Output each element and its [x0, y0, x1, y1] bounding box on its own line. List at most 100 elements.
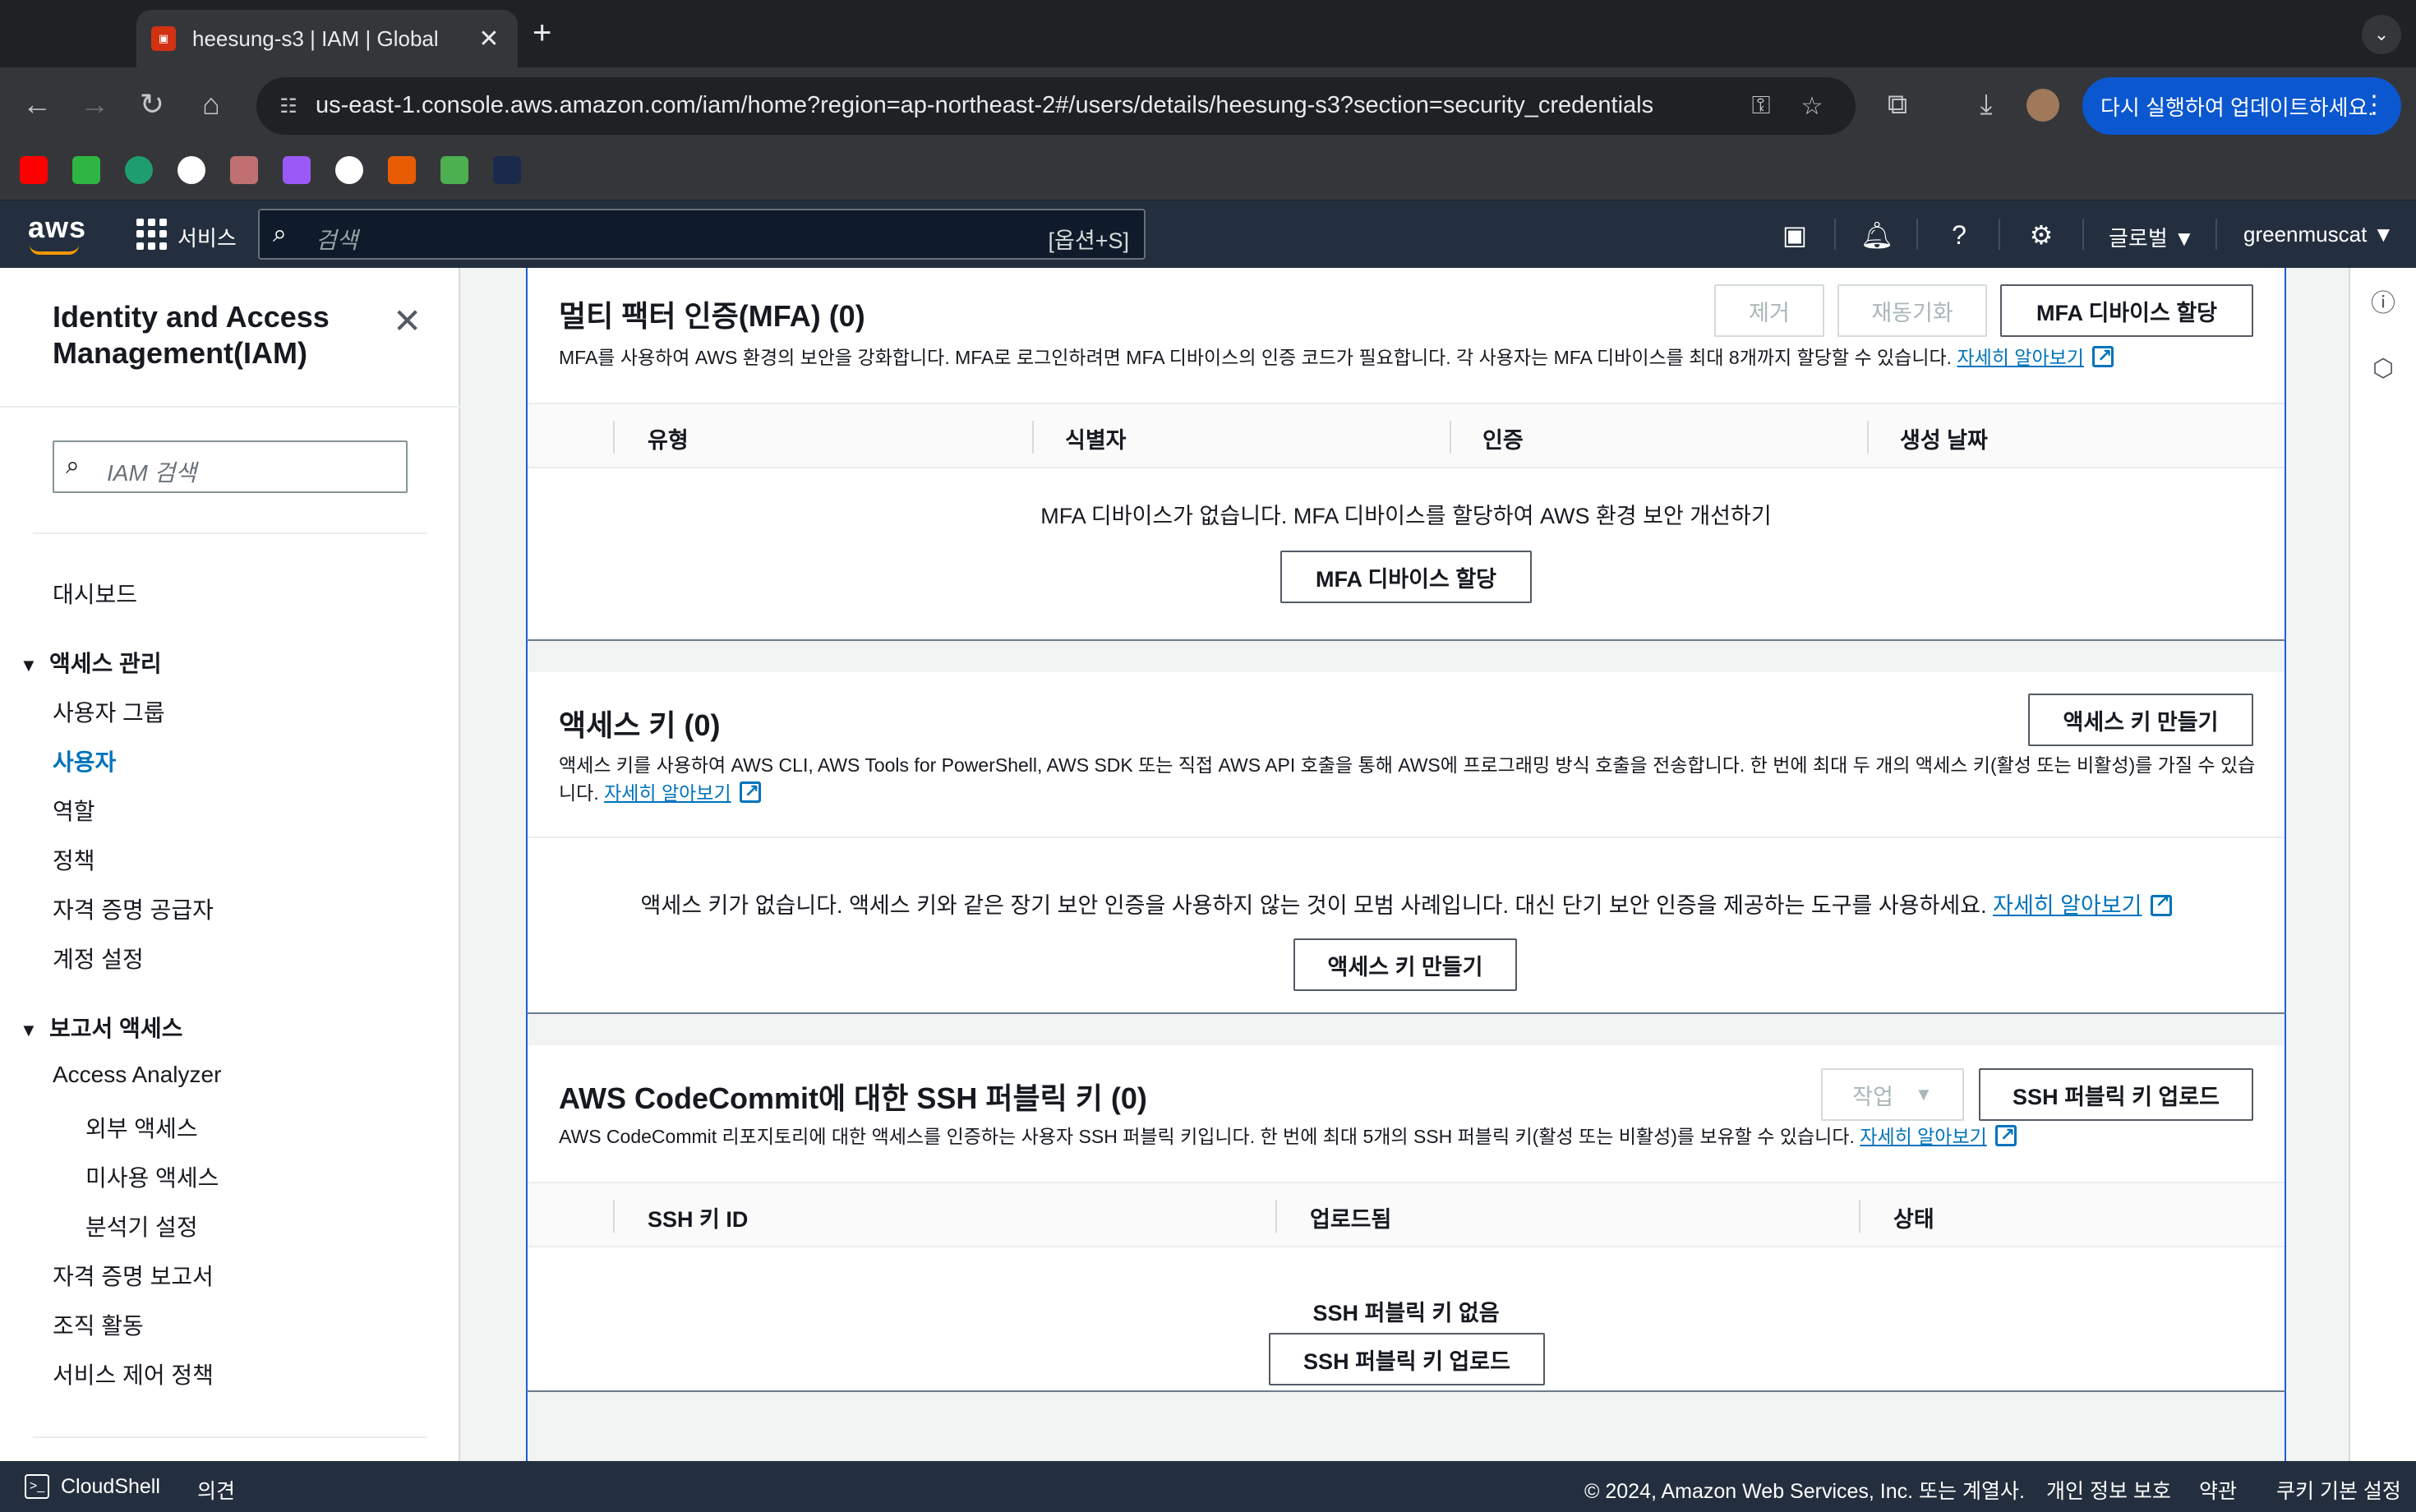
column-created-date[interactable]: 생성 날짜 — [1900, 422, 1988, 454]
upload-ssh-key-empty-button[interactable]: SSH 퍼블릭 키 업로드 — [1269, 1333, 1545, 1385]
services-menu[interactable]: 서비스 — [178, 222, 237, 252]
sidebar-section-access-reports[interactable]: ▼ 보고서 액세스 — [20, 1011, 182, 1044]
profile-avatar[interactable] — [2026, 89, 2059, 122]
cloudshell-icon[interactable]: ▣ — [1777, 217, 1813, 253]
sidebar-item-unused-access[interactable]: 미사용 액세스 — [85, 1160, 219, 1193]
caret-down-icon: ▼ — [1914, 1084, 1933, 1104]
actions-dropdown[interactable]: 작업 ▼ — [1821, 1068, 1964, 1121]
download-icon[interactable]: ⤓ — [1966, 84, 2007, 125]
update-button[interactable]: 다시 실행하여 업데이트하세요. ⋮ — [2082, 77, 2401, 135]
column-divider — [1859, 1200, 1860, 1233]
cube-icon[interactable] — [283, 156, 311, 184]
mfa-empty-message: MFA 디바이스가 없습니다. MFA 디바이스를 할당하여 AWS 환경 보안… — [1040, 504, 1772, 528]
feedback-link[interactable]: 의견 — [197, 1475, 235, 1505]
back-icon[interactable]: ← — [16, 84, 58, 125]
column-ssh-key-id[interactable]: SSH 키 ID — [648, 1201, 748, 1233]
extensions-icon[interactable]: ⧉ — [1877, 84, 1918, 125]
cloudshell-link[interactable]: CloudShell — [61, 1475, 160, 1499]
photo-icon[interactable] — [230, 156, 258, 184]
url-text[interactable]: us-east-1.console.aws.amazon.com/iam/hom… — [316, 92, 1653, 119]
sidebar-item-user-groups[interactable]: 사용자 그룹 — [53, 695, 165, 728]
external-link-icon[interactable] — [739, 777, 761, 805]
ssh-keys-learn-more-link[interactable]: 자세히 알아보기 — [1860, 1126, 1987, 1147]
close-sidebar-icon[interactable]: ✕ — [393, 301, 422, 341]
sidebar-item-identity-providers[interactable]: 자격 증명 공급자 — [53, 892, 214, 925]
access-keys-empty-learn-more-link[interactable]: 자세히 알아보기 — [1993, 893, 2142, 918]
external-link-icon[interactable] — [2150, 891, 2172, 916]
iam-search-input[interactable]: ⌕ IAM 검색 — [53, 440, 408, 493]
aws-favicon-icon: ▣ — [151, 26, 176, 51]
sidebar-item-access-analyzer[interactable]: Access Analyzer — [53, 1062, 221, 1088]
settings-gear-icon[interactable]: ⚙ — [2023, 217, 2059, 253]
ac-icon[interactable] — [440, 156, 468, 184]
sidebar-item-dashboard[interactable]: 대시보드 — [53, 577, 137, 610]
sidebar-section-access-management[interactable]: ▼ 액세스 관리 — [20, 646, 162, 679]
column-certification[interactable]: 인증 — [1482, 422, 1524, 454]
access-keys-empty-text: 액세스 키가 없습니다. 액세스 키와 같은 장기 보안 인증을 사용하지 않는… — [640, 893, 1987, 918]
sidebar-item-policies[interactable]: 정책 — [53, 843, 95, 876]
browser-tab[interactable]: ▣ heesung-s3 | IAM | Global ✕ — [136, 10, 518, 67]
more-menu-icon[interactable]: ⋮ — [2362, 90, 2386, 119]
sidebar-item-credential-report[interactable]: 자격 증명 보고서 — [53, 1259, 214, 1292]
aws-search-input[interactable]: ⌕ 검색 [옵션+S] — [258, 209, 1146, 260]
create-access-key-button[interactable]: 액세스 키 만들기 — [2028, 694, 2253, 746]
site-info-icon[interactable]: ☷ — [273, 90, 304, 122]
column-type[interactable]: 유형 — [648, 422, 689, 454]
column-divider — [613, 1200, 615, 1233]
new-tab-icon[interactable]: + — [533, 15, 551, 51]
assign-mfa-empty-button[interactable]: MFA 디바이스 할당 — [1280, 551, 1532, 603]
info-icon[interactable]: ⓘ — [2367, 284, 2400, 317]
home-icon[interactable]: ⌂ — [191, 84, 232, 125]
ssh-keys-table-header: SSH 키 ID 업로드됨 상태 — [528, 1182, 2285, 1247]
column-uploaded[interactable]: 업로드됨 — [1310, 1201, 1391, 1233]
cloudshell-icon[interactable]: >_ — [25, 1474, 49, 1499]
github-icon[interactable] — [178, 156, 205, 184]
youtube-icon[interactable] — [20, 156, 48, 184]
bookmark-star-icon[interactable]: ☆ — [1795, 89, 1829, 123]
aws-logo[interactable]: aws — [28, 210, 86, 245]
privacy-link[interactable]: 개인 정보 보호 — [2046, 1475, 2171, 1505]
external-link-icon[interactable] — [2091, 342, 2114, 370]
create-access-key-empty-button[interactable]: 액세스 키 만들기 — [1293, 938, 1517, 991]
region-selector[interactable]: 글로벌 ▼ — [2109, 222, 2195, 252]
services-grid-icon[interactable] — [136, 219, 168, 250]
sidebar-item-service-control-policies[interactable]: 서비스 제어 정책 — [53, 1358, 214, 1390]
extension-icon[interactable] — [125, 156, 153, 184]
assign-mfa-button[interactable]: MFA 디바이스 할당 — [2000, 284, 2253, 337]
sidebar-item-organization-activity[interactable]: 조직 활동 — [53, 1308, 144, 1341]
sidebar-item-users[interactable]: 사용자 — [53, 744, 116, 777]
resync-mfa-button[interactable]: 재동기화 — [1837, 284, 1987, 337]
update-button-label: 다시 실행하여 업데이트하세요. — [2100, 94, 2374, 120]
mfa-learn-more-link[interactable]: 자세히 알아보기 — [1957, 347, 2084, 368]
sidebar-item-external-access[interactable]: 외부 액세스 — [85, 1111, 198, 1144]
right-rail: ⓘ ⬡ — [2349, 268, 2416, 1461]
notion-n-icon[interactable] — [72, 156, 100, 184]
sidebar-item-account-settings[interactable]: 계정 설정 — [53, 942, 144, 975]
external-link-icon[interactable] — [1994, 1121, 2017, 1149]
tab-search-chevron-icon[interactable]: ⌄ — [2362, 15, 2401, 54]
address-bar[interactable]: ☷ us-east-1.console.aws.amazon.com/iam/h… — [256, 77, 1856, 135]
password-key-icon[interactable]: ⚿ — [1744, 89, 1778, 123]
column-identifier[interactable]: 식별자 — [1065, 422, 1127, 454]
bird-icon[interactable] — [493, 156, 521, 184]
reload-icon[interactable]: ↻ — [131, 84, 173, 125]
notifications-bell-icon[interactable]: 🔔︎ — [1859, 217, 1895, 253]
w-icon[interactable] — [388, 156, 416, 184]
column-status[interactable]: 상태 — [1893, 1201, 1934, 1233]
cookie-preferences-link[interactable]: 쿠키 기본 설정 — [2276, 1475, 2401, 1505]
security-shield-icon[interactable]: ⬡ — [2367, 352, 2400, 385]
openai-icon[interactable] — [335, 156, 363, 184]
terms-link[interactable]: 약관 — [2199, 1475, 2237, 1505]
help-icon[interactable]: ? — [1941, 217, 1977, 253]
access-keys-learn-more-link[interactable]: 자세히 알아보기 — [604, 782, 731, 804]
remove-mfa-button[interactable]: 제거 — [1714, 284, 1824, 337]
account-menu[interactable]: greenmuscat ▼ — [2243, 222, 2394, 247]
search-icon: ⌕ — [273, 220, 287, 247]
sidebar-item-analyzer-settings[interactable]: 분석기 설정 — [85, 1210, 198, 1242]
upload-ssh-key-button[interactable]: SSH 퍼블릭 키 업로드 — [1979, 1068, 2253, 1121]
forward-icon[interactable]: → — [74, 84, 115, 125]
sidebar-item-roles[interactable]: 역할 — [53, 794, 95, 827]
actions-label: 작업 — [1852, 1084, 1893, 1109]
caret-down-icon: ▼ — [20, 1020, 38, 1040]
close-tab-icon[interactable]: ✕ — [475, 25, 503, 53]
